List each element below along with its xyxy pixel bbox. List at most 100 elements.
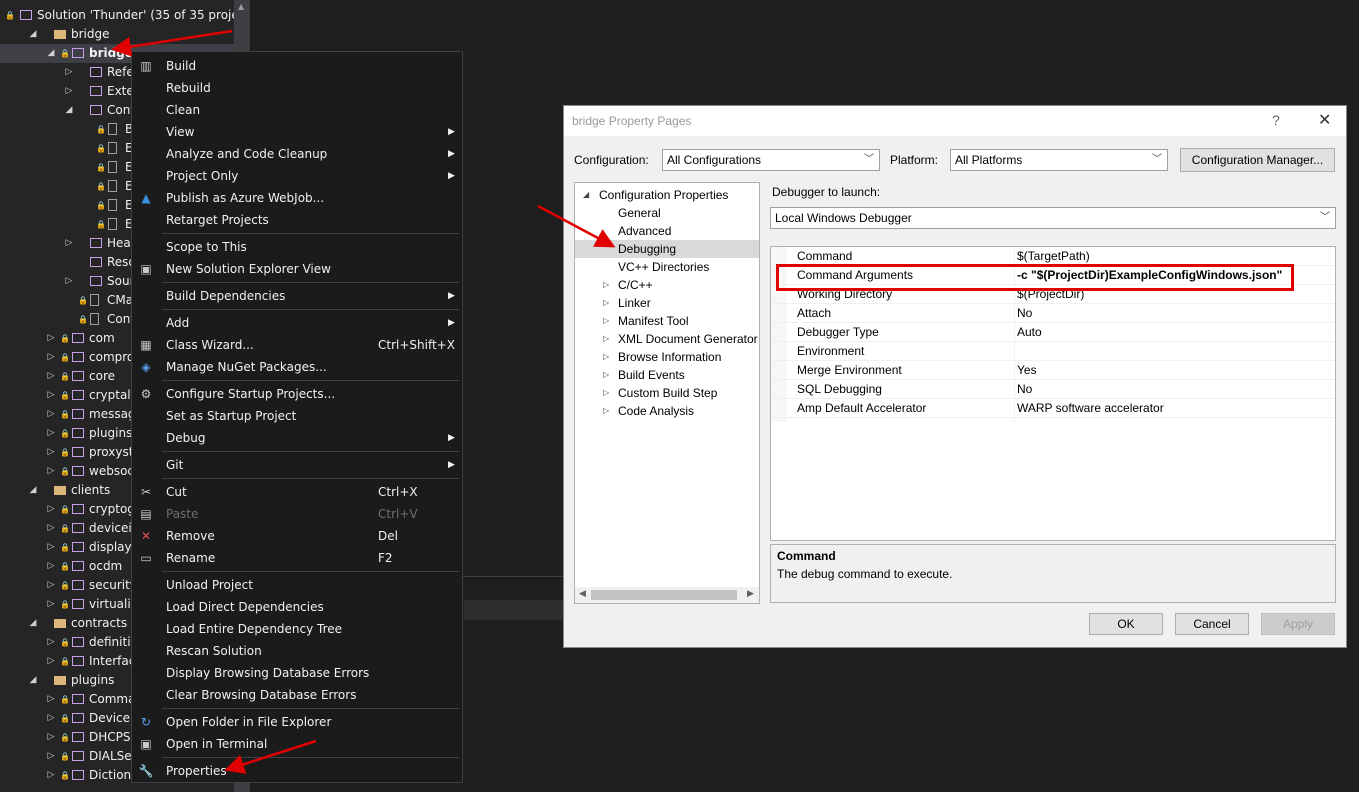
menu-item-class-wizard[interactable]: ▦ Class Wizard... Ctrl+Shift+X (132, 334, 462, 356)
menu-item-configure-startup-projects[interactable]: ⚙ Configure Startup Projects... (132, 383, 462, 405)
expand-arrow-icon[interactable]: ▷ (46, 348, 56, 367)
tree-node-browse-information[interactable]: ▷ Browse Information (575, 348, 759, 366)
expand-arrow-icon[interactable]: ▷ (603, 402, 609, 420)
property-value[interactable]: No (1017, 380, 1032, 399)
expand-arrow-icon[interactable]: ▷ (46, 557, 56, 576)
expand-arrow-icon[interactable]: ▷ (46, 633, 56, 652)
collapse-arrow-icon[interactable]: ◢ (28, 614, 38, 633)
tree-node-xml-document-generator[interactable]: ▷ XML Document Generator (575, 330, 759, 348)
expand-arrow-icon[interactable]: ▷ (46, 462, 56, 481)
menu-item-clear-browsing-database-errors[interactable]: Clear Browsing Database Errors (132, 684, 462, 706)
expand-arrow-icon[interactable]: ▷ (46, 690, 56, 709)
expand-arrow-icon[interactable]: ▷ (46, 519, 56, 538)
configuration-combo[interactable]: All Configurations ﹀ (662, 149, 880, 171)
menu-item-scope-to-this[interactable]: Scope to This (132, 236, 462, 258)
tree-node-code-analysis[interactable]: ▷ Code Analysis (575, 402, 759, 420)
close-icon[interactable]: ✕ (1318, 110, 1331, 130)
property-row[interactable]: Amp Default Accelerator WARP software acc… (771, 399, 1335, 418)
tree-node-custom-build-step[interactable]: ▷ Custom Build Step (575, 384, 759, 402)
expand-arrow-icon[interactable]: ▷ (46, 709, 56, 728)
menu-item-paste[interactable]: ▤ Paste Ctrl+V (132, 503, 462, 525)
menu-item-rescan-solution[interactable]: Rescan Solution (132, 640, 462, 662)
menu-item-publish-as-azure-webjob[interactable]: ▲ Publish as Azure WebJob... (132, 187, 462, 209)
expand-arrow-icon[interactable]: ▷ (603, 294, 609, 312)
menu-item-load-entire-dependency-tree[interactable]: Load Entire Dependency Tree (132, 618, 462, 640)
expand-arrow-icon[interactable]: ▷ (603, 312, 609, 330)
property-row[interactable]: SQL Debugging No (771, 380, 1335, 399)
menu-item-cut[interactable]: ✂ Cut Ctrl+X (132, 481, 462, 503)
menu-item-clean[interactable]: Clean (132, 99, 462, 121)
menu-item-open-folder-in-file-explorer[interactable]: ↻ Open Folder in File Explorer (132, 711, 462, 733)
tree-node-vc-directories[interactable]: VC++ Directories (575, 258, 759, 276)
menu-item-manage-nuget-packages[interactable]: ◈ Manage NuGet Packages... (132, 356, 462, 378)
scroll-up-arrow-icon[interactable]: ▲ (238, 2, 244, 11)
tree-node-c-c[interactable]: ▷ C/C++ (575, 276, 759, 294)
menu-item-add[interactable]: Add ▶ (132, 312, 462, 334)
expand-arrow-icon[interactable]: ▷ (46, 652, 56, 671)
expand-arrow-icon[interactable]: ▷ (64, 63, 74, 82)
expand-arrow-icon[interactable]: ▷ (603, 276, 609, 294)
expand-arrow-icon[interactable]: ▷ (46, 443, 56, 462)
collapse-arrow-icon[interactable]: ◢ (64, 101, 74, 120)
property-value[interactable]: No (1017, 304, 1032, 323)
menu-item-view[interactable]: View ▶ (132, 121, 462, 143)
expand-arrow-icon[interactable]: ▷ (603, 384, 609, 402)
property-row[interactable]: Merge Environment Yes (771, 361, 1335, 380)
menu-item-display-browsing-database-errors[interactable]: Display Browsing Database Errors (132, 662, 462, 684)
tree-node-general[interactable]: General (575, 204, 759, 222)
menu-item-properties[interactable]: 🔧 Properties (132, 760, 462, 782)
expand-arrow-icon[interactable]: ▷ (64, 272, 74, 291)
property-row[interactable]: Environment (771, 342, 1335, 361)
expand-arrow-icon[interactable]: ▷ (46, 595, 56, 614)
expand-arrow-icon[interactable]: ▷ (64, 82, 74, 101)
menu-item-set-as-startup-project[interactable]: Set as Startup Project (132, 405, 462, 427)
property-value[interactable]: Auto (1017, 323, 1042, 342)
property-row[interactable]: Attach No (771, 304, 1335, 323)
debugger-combo[interactable]: Local Windows Debugger ﹀ (770, 207, 1336, 229)
tree-horizontal-scrollbar[interactable]: ◀ ▶ (575, 587, 759, 603)
menu-item-rebuild[interactable]: Rebuild (132, 77, 462, 99)
expand-arrow-icon[interactable]: ▷ (46, 538, 56, 557)
collapse-arrow-icon[interactable]: ◢ (28, 481, 38, 500)
property-value[interactable]: Yes (1017, 361, 1037, 380)
expand-arrow-icon[interactable]: ▷ (46, 500, 56, 519)
tree-node-configuration-properties[interactable]: ◢ Configuration Properties (575, 186, 759, 204)
expand-arrow-icon[interactable]: ▷ (46, 747, 56, 766)
solution-root[interactable]: 🔒 Solution 'Thunder' (35 of 35 projects) (0, 6, 250, 25)
menu-item-project-only[interactable]: Project Only ▶ (132, 165, 462, 187)
menu-item-unload-project[interactable]: Unload Project (132, 574, 462, 596)
tree-node-debugging[interactable]: Debugging (575, 240, 759, 258)
collapse-arrow-icon[interactable]: ◢ (583, 186, 589, 204)
menu-item-load-direct-dependencies[interactable]: Load Direct Dependencies (132, 596, 462, 618)
expand-arrow-icon[interactable]: ▷ (46, 728, 56, 747)
scroll-right-arrow-icon[interactable]: ▶ (747, 588, 754, 599)
scrollbar-thumb[interactable] (591, 590, 737, 600)
expand-arrow-icon[interactable]: ▷ (46, 576, 56, 595)
expand-arrow-icon[interactable]: ▷ (46, 329, 56, 348)
tree-node-manifest-tool[interactable]: ▷ Manifest Tool (575, 312, 759, 330)
solution-folder[interactable]: ◢ bridge (0, 25, 234, 44)
platform-combo[interactable]: All Platforms ﹀ (950, 149, 1168, 171)
expand-arrow-icon[interactable]: ▷ (46, 766, 56, 785)
tree-node-advanced[interactable]: Advanced (575, 222, 759, 240)
expand-arrow-icon[interactable]: ▷ (603, 330, 609, 348)
expand-arrow-icon[interactable]: ▷ (64, 234, 74, 253)
apply-button[interactable]: Apply (1261, 613, 1335, 635)
menu-item-remove[interactable]: ✕ Remove Del (132, 525, 462, 547)
expand-arrow-icon[interactable]: ▷ (46, 424, 56, 443)
ok-button[interactable]: OK (1089, 613, 1163, 635)
help-icon[interactable]: ? (1272, 112, 1280, 128)
collapse-arrow-icon[interactable]: ◢ (28, 671, 38, 690)
expand-arrow-icon[interactable]: ▷ (603, 366, 609, 384)
cancel-button[interactable]: Cancel (1175, 613, 1249, 635)
expand-arrow-icon[interactable]: ▷ (46, 405, 56, 424)
property-row[interactable]: Debugger Type Auto (771, 323, 1335, 342)
property-value[interactable]: WARP software accelerator (1017, 399, 1164, 418)
menu-item-debug[interactable]: Debug ▶ (132, 427, 462, 449)
expand-arrow-icon[interactable]: ▷ (603, 348, 609, 366)
tree-node-linker[interactable]: ▷ Linker (575, 294, 759, 312)
menu-item-open-in-terminal[interactable]: ▣ Open in Terminal (132, 733, 462, 755)
collapse-arrow-icon[interactable]: ◢ (46, 44, 56, 63)
collapse-arrow-icon[interactable]: ◢ (28, 25, 38, 44)
configuration-manager-button[interactable]: Configuration Manager... (1180, 148, 1335, 172)
